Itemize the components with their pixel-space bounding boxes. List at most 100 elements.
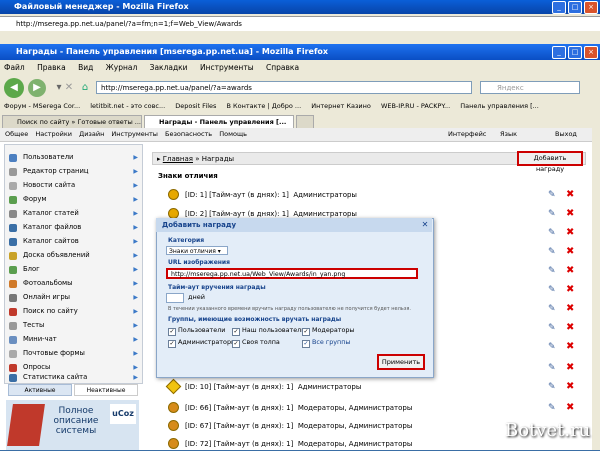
background-address-bar[interactable]: http://mserega.pp.net.ua/panel/?a=fm;n=1… [0,16,600,32]
sidebar-item-page-editor[interactable]: Редактор страниц ▶ [5,166,142,177]
delete-icon[interactable]: ✖ [566,188,574,202]
edit-icon[interactable]: ✎ [548,401,556,415]
timeout-input[interactable] [166,293,184,303]
bookmark-item[interactable]: Панель управления [... [460,102,539,110]
edit-icon[interactable]: ✎ [548,361,556,375]
sidebar-item-site-search[interactable]: Поиск по сайту ▶ [5,306,142,317]
all-groups-checkbox[interactable]: ✓ Все группы [302,338,350,348]
sidebar-item-articles[interactable]: Каталог статей ▶ [5,208,142,219]
home-icon[interactable]: ⌂ [76,79,94,97]
sidebar-item-files[interactable]: Каталог файлов ▶ [5,222,142,233]
add-award-button[interactable]: Добавить награду [517,151,583,173]
bookmark-item[interactable]: Форум - MSerega Cor... [4,102,80,110]
delete-icon[interactable]: ✖ [566,401,574,415]
ucoz-banner[interactable]: Полное описание системы uCoz [6,400,139,450]
articles-icon [9,210,17,218]
bookmark-item[interactable]: letitbit.net - это совс... [90,102,165,110]
edit-icon[interactable]: ✎ [548,264,556,278]
image-url-input[interactable]: http://mserega.pp.net.ua/Web_View/Awards… [166,268,418,279]
edit-icon[interactable]: ✎ [548,340,556,354]
sidebar-item-news[interactable]: Новости сайта ▶ [5,180,142,191]
timeout-label: Тайм-аут вручения награды [168,284,266,291]
dialog-title: Добавить награду [162,221,237,229]
interface-label[interactable]: Интерфейс [448,128,486,141]
bookmark-item[interactable]: В Контакте | Добро ... [227,102,302,110]
sidebar-item-photos[interactable]: Фотоальбомы ▶ [5,278,142,289]
group-checkbox[interactable]: ✓ Администраторы [168,338,236,348]
sidebar-item-blog[interactable]: Блог ▶ [5,264,142,275]
maximize-button[interactable]: □ [568,46,582,59]
menu-history[interactable]: Журнал [106,63,138,72]
category-select[interactable]: Знаки отличия ▾ [166,246,228,255]
admin-menu-security[interactable]: Безопасность [165,130,212,138]
scrollbar[interactable] [592,128,600,450]
menu-edit[interactable]: Правка [37,63,66,72]
delete-icon[interactable]: ✖ [566,226,574,240]
admin-menu-settings[interactable]: Настройки [35,130,72,138]
sidebar-item-games[interactable]: Онлайн игры ▶ [5,292,142,303]
bookmark-item[interactable]: Deposit Files [175,102,216,110]
edit-icon[interactable]: ✎ [548,245,556,259]
news-icon [9,182,17,190]
close-icon[interactable]: ✕ [420,220,430,230]
admin-menu-tools[interactable]: Инструменты [111,130,158,138]
menu-tools[interactable]: Инструменты [200,63,254,72]
menu-bookmarks[interactable]: Закладки [150,63,188,72]
sidebar-item-sites[interactable]: Каталог сайтов ▶ [5,236,142,247]
edit-icon[interactable]: ✎ [548,283,556,297]
menu-help[interactable]: Справка [266,63,299,72]
admin-menu-design[interactable]: Дизайн [79,130,104,138]
delete-icon[interactable]: ✖ [566,302,574,316]
url-field[interactable]: http://mserega.pp.net.ua/panel/?a=awards [96,81,472,94]
forward-icon[interactable]: ▶ [28,79,46,97]
admin-menu-help[interactable]: Помощь [219,130,247,138]
group-checkbox[interactable]: ✓ Наш пользователь [232,326,305,336]
delete-icon[interactable]: ✖ [566,264,574,278]
medal-icon [168,402,179,413]
menu-view[interactable]: Вид [78,63,93,72]
tab-inactive-modules[interactable]: Неактивные [74,384,138,396]
delete-icon[interactable]: ✖ [566,245,574,259]
exit-link[interactable]: Выход [555,128,577,141]
delete-icon[interactable]: ✖ [566,340,574,354]
apply-button[interactable]: Применить [377,354,425,370]
sidebar-item-tests[interactable]: Тесты ▶ [5,320,142,331]
sidebar-item-users[interactable]: Пользователи ▶ [5,152,142,163]
edit-icon[interactable]: ✎ [548,207,556,221]
close-button[interactable]: × [584,46,598,59]
group-checkbox[interactable]: ✓ Пользователи [168,326,225,336]
search-input[interactable]: Яндекс [480,81,580,94]
delete-icon[interactable]: ✖ [566,361,574,375]
admin-menu-general[interactable]: Общее [5,130,28,138]
sidebar-item-mail-forms[interactable]: Почтовые формы ▶ [5,348,142,359]
tab-new[interactable] [296,115,314,128]
minimize-button[interactable]: _ [552,1,566,14]
edit-icon[interactable]: ✎ [548,380,556,394]
tab-active-modules[interactable]: Активные [8,384,72,396]
sidebar-item-board[interactable]: Доска объявлений ▶ [5,250,142,261]
menu-file[interactable]: Файл [4,63,25,72]
edit-icon[interactable]: ✎ [548,188,556,202]
tab-awards[interactable]: Награды - Панель управления [... [144,115,294,128]
edit-icon[interactable]: ✎ [548,321,556,335]
sidebar-item-minichat[interactable]: Мини-чат ▶ [5,334,142,345]
delete-icon[interactable]: ✖ [566,283,574,297]
sidebar-item-forum[interactable]: Форум ▶ [5,194,142,205]
delete-icon[interactable]: ✖ [566,207,574,221]
group-checkbox[interactable]: ✓ Модераторы [302,326,354,336]
delete-icon[interactable]: ✖ [566,380,574,394]
close-button[interactable]: × [584,1,598,14]
bookmark-item[interactable]: Интернет Казино [311,102,371,110]
edit-icon[interactable]: ✎ [548,226,556,240]
back-icon[interactable]: ◀ [4,78,24,98]
minimize-button[interactable]: _ [552,46,566,59]
language-label[interactable]: Язык [500,128,517,141]
maximize-button[interactable]: □ [568,1,582,14]
tab-search[interactable]: Поиск по сайту » Готовые ответы ... [2,115,142,128]
bookmark-item[interactable]: WEB-IP.RU - PACKPY... [381,102,450,110]
breadcrumb-home[interactable]: Главная [163,155,193,163]
group-checkbox[interactable]: ✓ Своя толпа [232,338,280,348]
delete-icon[interactable]: ✖ [566,321,574,335]
sidebar-item-stats[interactable]: Статистика сайта ▶ [5,372,142,383]
edit-icon[interactable]: ✎ [548,302,556,316]
